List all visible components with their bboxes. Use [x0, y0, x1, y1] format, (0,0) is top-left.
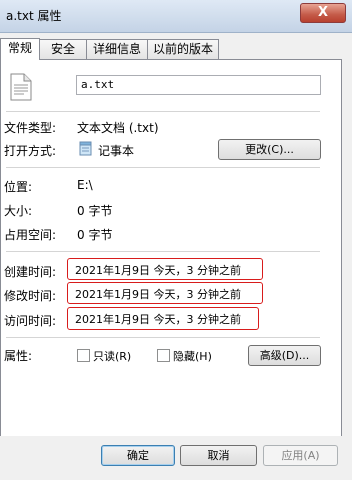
- divider: [6, 251, 320, 252]
- type-label: 文件类型:: [4, 121, 57, 135]
- file-name-field[interactable]: a.txt: [76, 75, 321, 95]
- change-button[interactable]: 更改(C)...: [218, 139, 321, 160]
- divider: [6, 337, 320, 338]
- tab-security[interactable]: 安全: [39, 39, 87, 59]
- apply-button[interactable]: 应用(A): [263, 445, 338, 466]
- hidden-checkbox-box[interactable]: [157, 349, 170, 362]
- location-label: 位置:: [4, 180, 33, 194]
- divider: [6, 111, 320, 112]
- modified-label: 修改时间:: [4, 289, 57, 303]
- tab-details[interactable]: 详细信息: [86, 39, 148, 59]
- hidden-checkbox[interactable]: 隐藏(H): [157, 348, 212, 364]
- close-button[interactable]: X: [300, 3, 346, 23]
- readonly-checkbox-box[interactable]: [77, 349, 90, 362]
- advanced-button[interactable]: 高级(D)...: [248, 345, 321, 366]
- size-label: 大小:: [4, 204, 33, 218]
- ok-button[interactable]: 确定: [101, 445, 175, 466]
- window-title: a.txt 属性: [6, 9, 62, 23]
- cancel-button[interactable]: 取消: [180, 445, 257, 466]
- attributes-label: 属性:: [4, 349, 33, 363]
- readonly-label: 只读(R): [93, 350, 132, 363]
- created-label: 创建时间:: [4, 265, 57, 279]
- general-panel: [0, 59, 342, 437]
- open-with-app: 记事本: [98, 144, 135, 158]
- dialog-footer: 确定 取消 应用(A): [0, 436, 352, 480]
- notepad-icon: [79, 141, 92, 156]
- accessed-label: 访问时间:: [4, 314, 57, 328]
- location-value: E:\: [77, 178, 93, 192]
- hidden-label: 隐藏(H): [173, 350, 212, 363]
- created-value: 2021年1月9日 今天，3 分钟之前: [75, 264, 241, 277]
- size-on-disk-label: 占用空间:: [4, 228, 57, 242]
- size-value: 0 字节: [77, 204, 113, 218]
- modified-value: 2021年1月9日 今天，3 分钟之前: [75, 288, 241, 301]
- type-value: 文本文档 (.txt): [77, 121, 159, 135]
- tab-strip: 常规 安全 详细信息 以前的版本: [0, 38, 352, 60]
- accessed-value: 2021年1月9日 今天，3 分钟之前: [75, 313, 241, 326]
- text-file-icon: [10, 73, 32, 101]
- tab-previous-versions[interactable]: 以前的版本: [147, 39, 219, 59]
- divider: [6, 167, 320, 168]
- open-with-label: 打开方式:: [4, 144, 57, 158]
- size-on-disk-value: 0 字节: [77, 228, 113, 242]
- title-bar: a.txt 属性 X: [0, 0, 352, 33]
- tab-general[interactable]: 常规: [0, 38, 40, 60]
- readonly-checkbox[interactable]: 只读(R): [77, 348, 131, 364]
